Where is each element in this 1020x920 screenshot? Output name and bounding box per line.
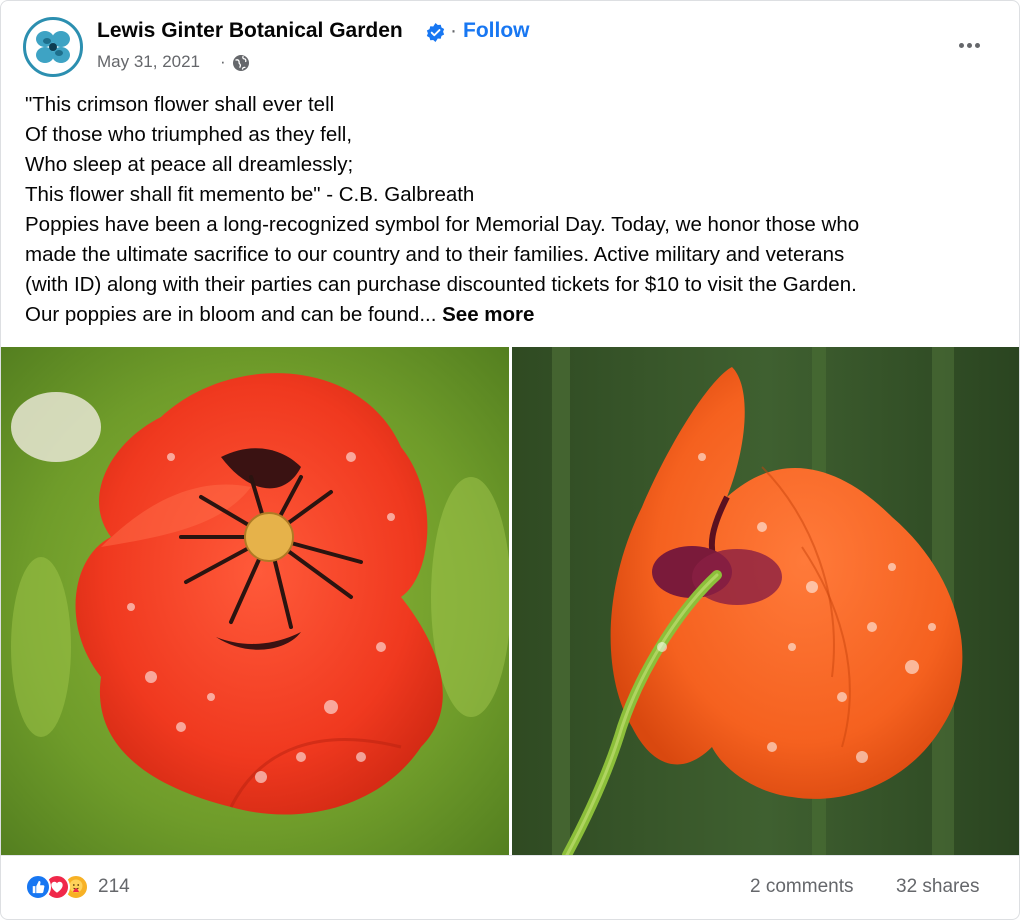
post-line: Poppies have been a long-recognized symb… [25, 213, 860, 236]
post-line: Who sleep at peace all dreamlessly; [25, 153, 354, 176]
post-line: made the ultimate sacrifice to our count… [25, 243, 845, 266]
follow-button[interactable]: Follow [463, 19, 530, 43]
header-separator: · [450, 19, 457, 42]
date-separator: · [220, 52, 226, 71]
post-line-truncated: Our poppies are in bloom and can be foun… [25, 303, 437, 326]
red-poppy-front-photo[interactable] [1, 347, 509, 855]
page-avatar[interactable] [23, 17, 83, 77]
post-card: Lewis Ginter Botanical Garden · Follow M… [0, 0, 1020, 920]
page-name-link[interactable]: Lewis Ginter Botanical Garden [97, 19, 403, 43]
botanical-garden-logo-icon [29, 23, 77, 71]
see-more-button[interactable]: See more [442, 303, 534, 326]
footer-divider [1, 855, 1019, 856]
more-options-button[interactable] [953, 31, 985, 59]
verified-badge-icon [426, 23, 445, 42]
post-line: This flower shall fit memento be" - C.B.… [25, 183, 475, 206]
more-options-icon-dot [974, 42, 980, 48]
reaction-count: 214 [98, 876, 130, 897]
reactions-summary[interactable]: 214 [25, 873, 130, 901]
post-line: "This crimson flower shall ever tell [25, 93, 335, 116]
shares-count-link[interactable]: 32 shares [896, 876, 979, 898]
globe-icon[interactable] [232, 54, 250, 72]
post-line: (with ID) along with their parties can p… [25, 273, 857, 296]
more-options-icon-dot [966, 42, 972, 48]
comments-count-link[interactable]: 2 comments [750, 876, 853, 898]
post-message: "This crimson flower shall ever tell Of … [25, 90, 1010, 330]
more-options-icon [958, 42, 964, 48]
like-reaction-icon [25, 874, 51, 900]
post-date-link[interactable]: May 31, 2021 [97, 52, 200, 72]
post-line-last: Our poppies are in bloom and can be foun… [25, 300, 1010, 330]
orange-poppy-side-photo[interactable] [512, 347, 1019, 855]
post-line: Of those who triumphed as they fell, [25, 123, 353, 146]
